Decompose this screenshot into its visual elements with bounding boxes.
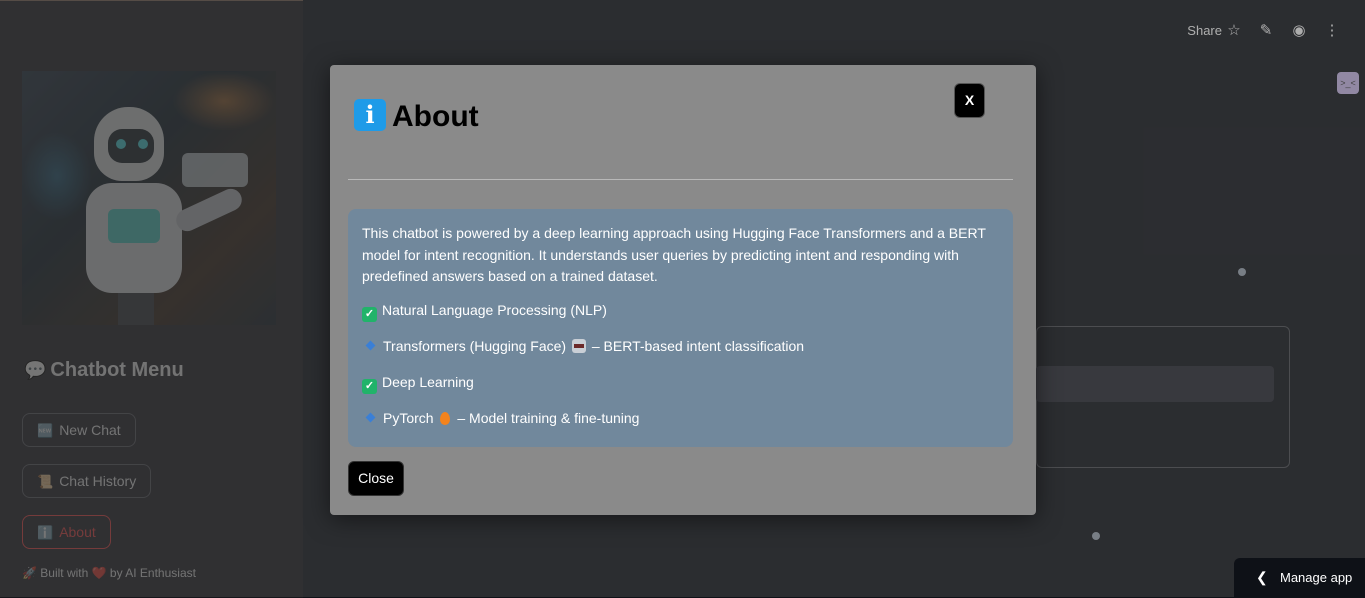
chevron-left-icon: ❮ [1256,569,1268,585]
description: This chatbot is powered by a deep learni… [362,225,986,284]
feature-item: ✓ Deep Learning [362,372,999,408]
close-button[interactable]: Close [348,461,404,496]
feature-item: PyTorch – Model training & fine-tuning [362,408,999,444]
check-icon: ✓ [362,306,377,322]
feature-item: Transformers (Hugging Face) – BERT-based… [362,336,999,372]
info-icon: i [354,99,386,131]
info-panel: This chatbot is powered by a deep learni… [348,209,1013,447]
blue-diamond-icon [365,340,376,350]
manage-app-button[interactable]: ❮ Manage app [1234,558,1365,597]
divider [348,179,1013,180]
close-x-button[interactable]: X [954,83,985,118]
blue-diamond-icon [365,412,376,422]
robot-icon [571,338,586,353]
feature-item: ✓ Natural Language Processing (NLP) [362,300,999,336]
about-modal: i About X This chatbot is powered by a de… [330,65,1036,515]
modal-title: i About [354,99,479,135]
fire-icon [440,411,451,425]
check-icon: ✓ [362,378,377,394]
